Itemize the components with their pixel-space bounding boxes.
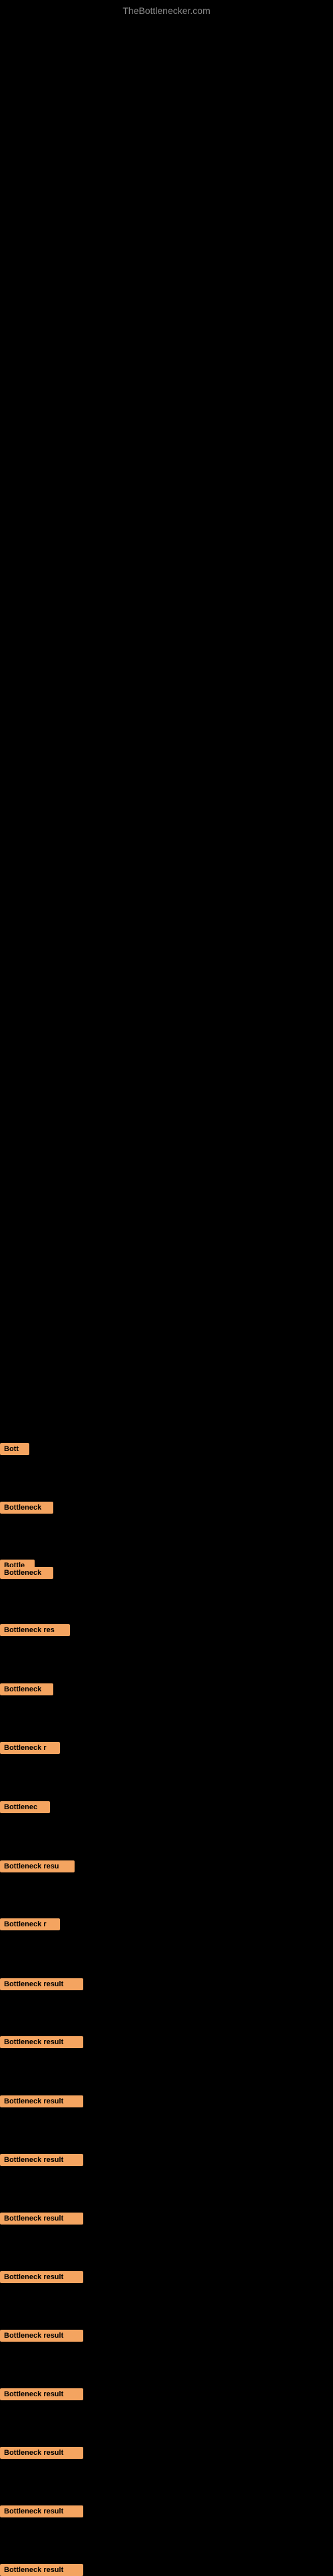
bottleneck-result-badge: Bottleneck bbox=[0, 1502, 53, 1514]
site-title: TheBottlenecker.com bbox=[123, 5, 210, 16]
bottleneck-result-badge: Bott bbox=[0, 1443, 29, 1455]
bottleneck-result-badge: Bottleneck res bbox=[0, 1624, 70, 1636]
bottleneck-result-badge: Bottleneck resu bbox=[0, 1860, 75, 1872]
bottleneck-result-badge: Bottleneck result bbox=[0, 2330, 83, 2342]
bottleneck-result-badge: Bottleneck result bbox=[0, 2447, 83, 2459]
bottleneck-result-badge: Bottleneck r bbox=[0, 1918, 60, 1930]
bottleneck-result-badge: Bottlenec bbox=[0, 1801, 50, 1813]
bottleneck-result-badge: Bottleneck bbox=[0, 1683, 53, 1695]
bottleneck-result-badge: Bottleneck result bbox=[0, 2036, 83, 2048]
bottleneck-result-badge: Bottleneck result bbox=[0, 2388, 83, 2400]
bottleneck-result-badge: Bottleneck result bbox=[0, 2095, 83, 2107]
bottleneck-result-badge: Bottleneck result bbox=[0, 2564, 83, 2576]
bottleneck-result-badge: Bottleneck result bbox=[0, 1978, 83, 1990]
bottleneck-result-badge: Bottleneck bbox=[0, 1567, 53, 1579]
bottleneck-result-badge: Bottleneck result bbox=[0, 2154, 83, 2166]
bottleneck-result-badge: Bottleneck result bbox=[0, 2213, 83, 2225]
bottleneck-result-badge: Bottleneck result bbox=[0, 2505, 83, 2517]
bottleneck-result-badge: Bottleneck result bbox=[0, 2271, 83, 2283]
bottleneck-result-badge: Bottleneck r bbox=[0, 1742, 60, 1754]
